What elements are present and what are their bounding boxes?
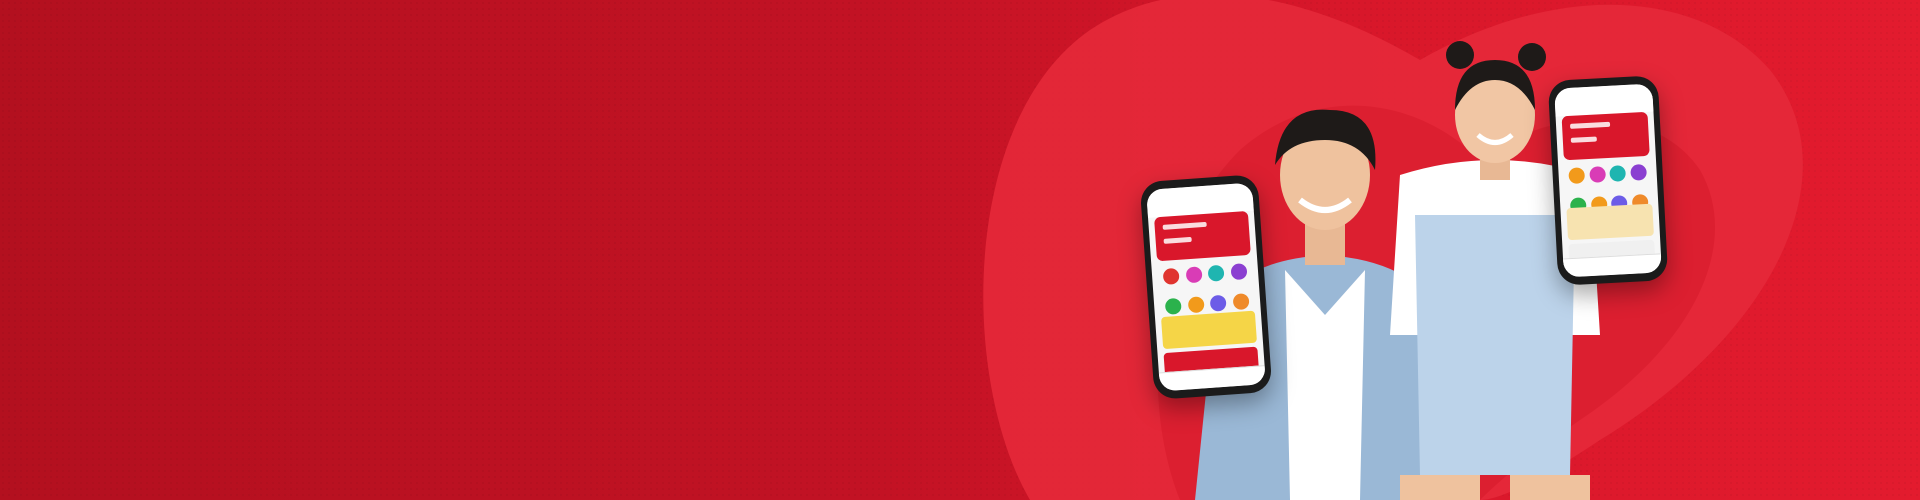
wallet-card [1561, 111, 1650, 161]
service-icon [1568, 167, 1586, 185]
service-icon [1589, 166, 1606, 183]
service-icon [1230, 263, 1248, 281]
promo-banner [1566, 203, 1654, 241]
service-icon [1187, 296, 1205, 314]
service-icon [1162, 267, 1180, 285]
service-icon [1609, 165, 1627, 182]
app-screen [1146, 182, 1266, 392]
service-icon [1209, 294, 1227, 312]
promo-banner [1160, 310, 1258, 350]
hero-banner [0, 0, 1920, 500]
service-icon [1207, 264, 1225, 282]
service-icon [1185, 266, 1203, 284]
phone-mockup-left [1139, 174, 1273, 400]
phone-mockup-right [1547, 75, 1669, 286]
service-icon [1629, 163, 1647, 181]
service-icon [1232, 293, 1250, 311]
app-screen [1554, 83, 1662, 278]
bottom-nav [1563, 253, 1662, 278]
service-grid [1160, 263, 1253, 315]
service-icon [1164, 297, 1183, 315]
wallet-card [1154, 210, 1251, 262]
